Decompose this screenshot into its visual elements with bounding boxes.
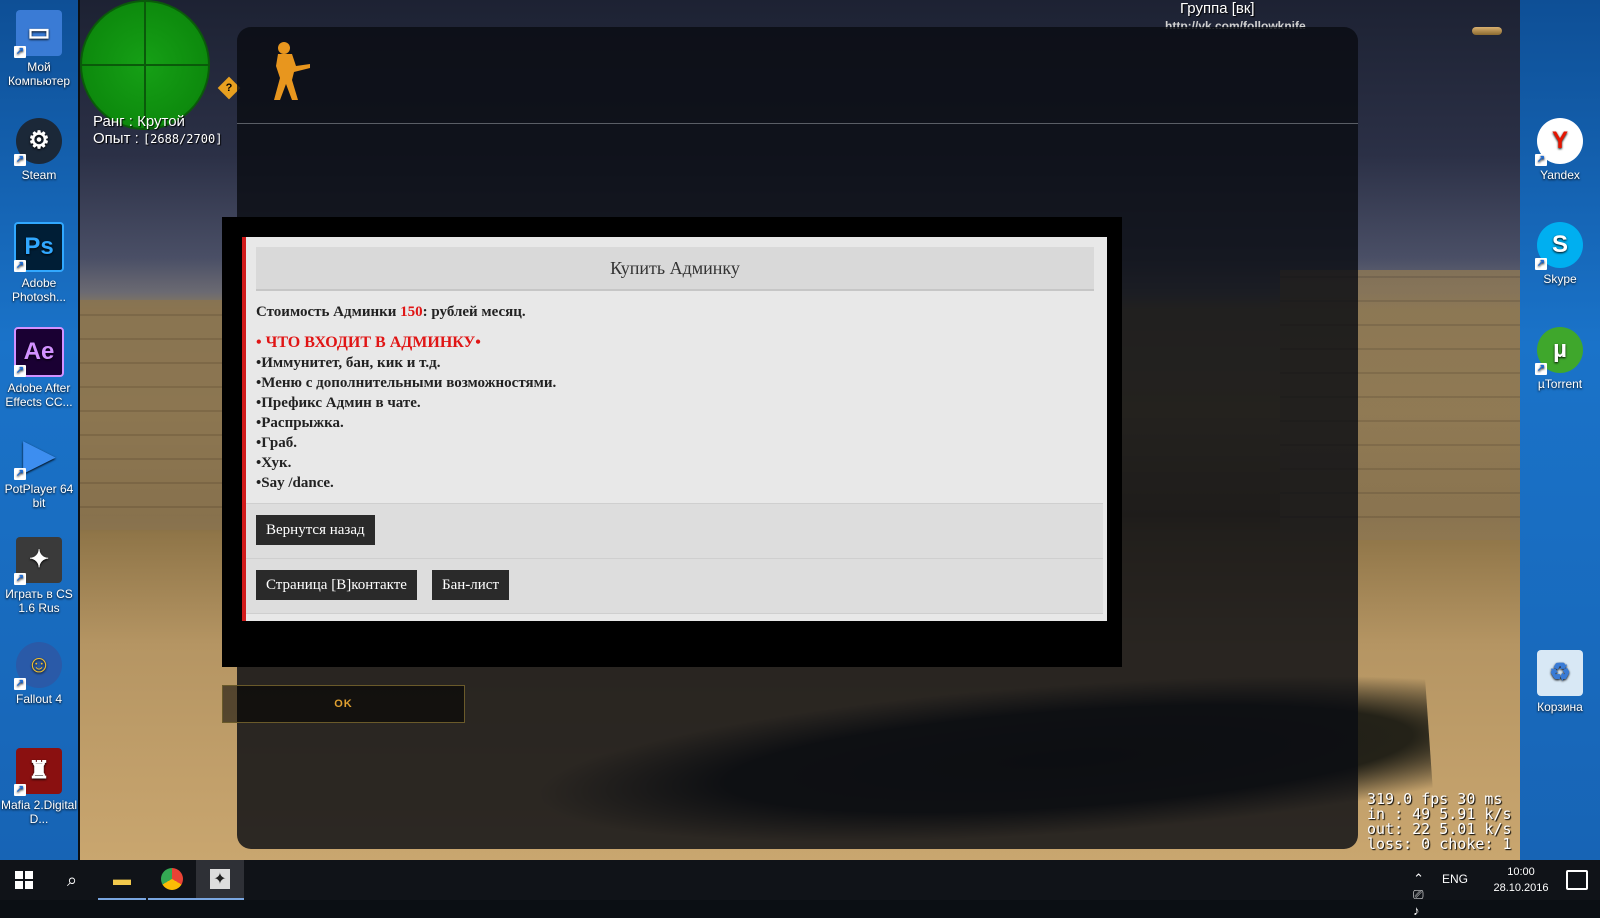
- desktop-icon-label: PotPlayer 64 bit: [4, 482, 74, 510]
- utorrent-icon: µ ↗: [1535, 327, 1583, 375]
- search-icon: ⌕: [66, 869, 78, 890]
- cost-line: Стоимость Админки 150: рублей месяц.: [256, 303, 1096, 321]
- net-stats: 319.0 fps 30 ms in : 49 5.91 k/s out: 22…: [1367, 792, 1512, 852]
- buy-admin-dialog: Купить Админку Стоимость Админки 150: ру…: [242, 237, 1107, 621]
- desktop-icon-photoshop[interactable]: Ps ↗ Adobe Photosh...: [0, 222, 78, 304]
- dialog-body: Стоимость Админки 150: рублей месяц. • Ч…: [256, 303, 1096, 493]
- skype-icon: S ↗: [1535, 222, 1583, 270]
- dialog-title: Купить Админку: [256, 247, 1094, 291]
- desktop-icon-label: µTorrent: [1537, 377, 1583, 391]
- desktop-icon-potplayer[interactable]: ▶ ↗ PotPlayer 64 bit: [0, 432, 78, 510]
- desktop-icon-skype[interactable]: S ↗ Skype: [1521, 222, 1599, 286]
- language-indicator[interactable]: ENG: [1442, 872, 1468, 886]
- fallout-icon: ☺ ↗: [14, 642, 62, 690]
- cost-prefix: Стоимость Админки: [256, 304, 401, 320]
- net-stats-loss: loss: 0 choke: 1: [1367, 835, 1512, 853]
- group-title: Группа [вк]: [1180, 0, 1255, 17]
- motd-divider: [237, 123, 1358, 124]
- rank-label: Ранг : Крутой: [93, 113, 185, 130]
- cost-value: 150: [400, 304, 423, 320]
- photoshop-icon: Ps ↗: [14, 222, 64, 272]
- desktop-icon-yandex[interactable]: Y ↗ Yandex: [1521, 118, 1599, 182]
- steam-icon: ⚙ ↗: [14, 118, 62, 166]
- start-button[interactable]: [0, 860, 48, 900]
- counter-strike-icon: ✦: [210, 869, 230, 889]
- ammo-icon: [1472, 27, 1502, 35]
- exp-line: Опыт : [2688/2700]: [93, 130, 222, 148]
- desktop-icon-label: Skype: [1543, 272, 1577, 286]
- desktop-icon-utorrent[interactable]: µ ↗ µTorrent: [1521, 327, 1599, 391]
- wall-left: [80, 300, 240, 530]
- desktop-icon-cs16[interactable]: ✦ ↗ Играть в CS 1.6 Rus: [0, 537, 78, 615]
- taskbar-cs16[interactable]: ✦: [196, 860, 244, 900]
- notifications-icon[interactable]: [1566, 870, 1588, 890]
- feature-item: •Меню с дополнительными возможностями.: [256, 375, 557, 391]
- back-button-row: Вернутся назад: [246, 503, 1103, 558]
- after-effects-icon: Ae ↗: [14, 327, 64, 377]
- desktop-icon-label: Steam: [21, 168, 57, 182]
- desktop-icon-fallout4[interactable]: ☺ ↗ Fallout 4: [0, 642, 78, 706]
- clock[interactable]: 10:00 28.10.2016: [1486, 864, 1556, 896]
- computer-icon: ▭ ↗: [14, 10, 62, 58]
- desktop-icon-label: Играть в CS 1.6 Rus: [5, 587, 73, 615]
- chrome-icon: [161, 868, 183, 890]
- desktop-icon-label: Adobe Photosh...: [11, 276, 67, 304]
- exp-value: [2688/2700]: [142, 132, 223, 146]
- cost-suffix: : рублей месяц.: [422, 304, 526, 320]
- feature-item: •Распрыжка.: [256, 415, 344, 431]
- desktop-icon-my-computer[interactable]: ▭ ↗ Мой Компьютер: [0, 10, 78, 88]
- links-button-row: Страница [В]контакте Бан-лист: [246, 558, 1103, 614]
- banlist-button[interactable]: Бан-лист: [432, 570, 510, 600]
- desktop-icon-label: Yandex: [1540, 168, 1580, 182]
- folder-icon: ▬: [113, 868, 131, 889]
- feature-item: •Граб.: [256, 435, 297, 451]
- yandex-icon: Y ↗: [1535, 118, 1583, 166]
- vk-page-button[interactable]: Страница [В]контакте: [256, 570, 417, 600]
- back-button[interactable]: Вернутся назад: [256, 515, 375, 545]
- clock-time: 10:00: [1507, 866, 1535, 878]
- desktop-icon-label: Adobe After Effects CC...: [5, 381, 73, 409]
- potplayer-icon: ▶ ↗: [14, 433, 55, 480]
- desktop-icon-after-effects[interactable]: Ae ↗ Adobe After Effects CC...: [0, 327, 78, 409]
- feature-item: •Say /dance.: [256, 475, 334, 491]
- mafia-icon: ♜ ↗: [14, 748, 62, 796]
- feature-item: •Иммунитет, бан, кик и т.д.: [256, 355, 441, 371]
- features-heading: • ЧТО ВХОДИТ В АДМИНКУ•: [256, 334, 481, 351]
- taskbar: ⌕ ▬ ✦ ⌃ ⎚ ♪ ENG 10:00 28.10.2016: [0, 860, 1600, 918]
- taskbar-chrome[interactable]: [148, 860, 196, 900]
- feature-item: •Хук.: [256, 455, 292, 471]
- exp-label: Опыт :: [93, 130, 143, 147]
- desktop-icon-label: Корзина: [1537, 700, 1583, 714]
- search-button[interactable]: ⌕: [48, 860, 96, 900]
- desktop-icon-label: Fallout 4: [15, 692, 63, 706]
- taskbar-explorer[interactable]: ▬: [98, 860, 146, 900]
- tray-icons[interactable]: ⌃ ⎚ ♪: [1413, 871, 1430, 918]
- recycle-bin-icon: ♻: [1537, 650, 1583, 696]
- desktop-icon-mafia2[interactable]: ♜ ↗ Mafia 2.Digital D...: [0, 748, 78, 826]
- radar-icon: [80, 0, 210, 130]
- desktop-icon-label: Mafia 2.Digital D...: [0, 798, 78, 826]
- feature-item: •Префикс Админ в чате.: [256, 395, 421, 411]
- rank-info: Ранг : Крутой Опыт : [2688/2700]: [93, 113, 222, 148]
- desktop-icon-label: Мой Компьютер: [7, 60, 71, 88]
- desktop-icon-recycle-bin[interactable]: ♻ Корзина: [1521, 650, 1599, 714]
- windows-icon: [15, 871, 33, 889]
- features-list: •Иммунитет, бан, кик и т.д. •Меню с допо…: [256, 353, 1096, 493]
- counter-strike-logo-icon: [274, 42, 310, 100]
- ok-button[interactable]: OK: [222, 685, 465, 723]
- desktop-icon-steam[interactable]: ⚙ ↗ Steam: [0, 118, 78, 182]
- clock-date: 28.10.2016: [1493, 882, 1549, 894]
- counter-strike-icon: ✦ ↗: [14, 537, 62, 585]
